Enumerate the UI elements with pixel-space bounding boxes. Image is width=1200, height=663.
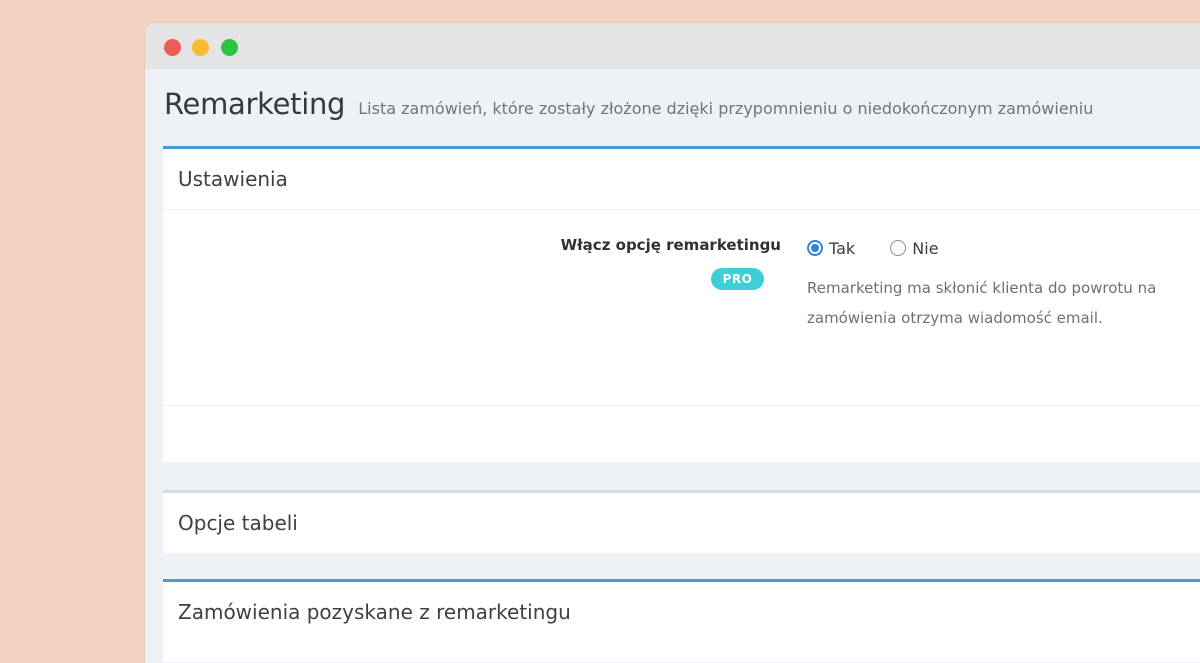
table-options-heading[interactable]: Opcje tabeli [163,493,1200,553]
minimize-window-button[interactable] [192,39,209,56]
close-window-button[interactable] [164,39,181,56]
radio-unchecked-icon[interactable] [890,240,907,256]
radio-option-nie[interactable]: Nie [890,238,939,258]
settings-divider [163,405,1200,406]
page-header: Remarketing Lista zamówień, które został… [164,87,1093,121]
maximize-window-button[interactable] [221,39,238,56]
app-window: Remarketing Lista zamówień, które został… [145,23,1200,663]
remarketing-option-label: Włącz opcję remarketingu [560,236,781,254]
page-subtitle: Lista zamówień, które zostały złożone dz… [358,99,1094,118]
page-title: Remarketing [164,87,346,121]
radio-label-tak: Tak [829,238,856,258]
remarketing-help-text: Remarketing ma skłonić klienta do powrot… [807,273,1200,333]
remarketing-orders-panel: Zamówienia pozyskane z remarketingu [163,579,1200,662]
radio-label-nie: Nie [912,238,939,258]
table-options-panel[interactable]: Opcje tabeli [163,490,1200,553]
pro-badge: PRO [711,268,764,290]
help-line: zamówienia otrzyma wiadomość email. [807,309,1103,327]
radio-checked-icon[interactable] [807,240,823,256]
help-line: Remarketing ma skłonić klienta do powrot… [807,279,1157,297]
settings-panel: Ustawienia Włącz opcję remarketingu PRO … [163,146,1200,462]
remarketing-radio-group: Tak Nie [807,237,939,258]
radio-option-tak[interactable]: Tak [807,238,855,258]
remarketing-orders-heading: Zamówienia pozyskane z remarketingu [178,600,571,624]
window-titlebar [145,23,1200,69]
settings-panel-heading: Ustawienia [163,149,1200,210]
